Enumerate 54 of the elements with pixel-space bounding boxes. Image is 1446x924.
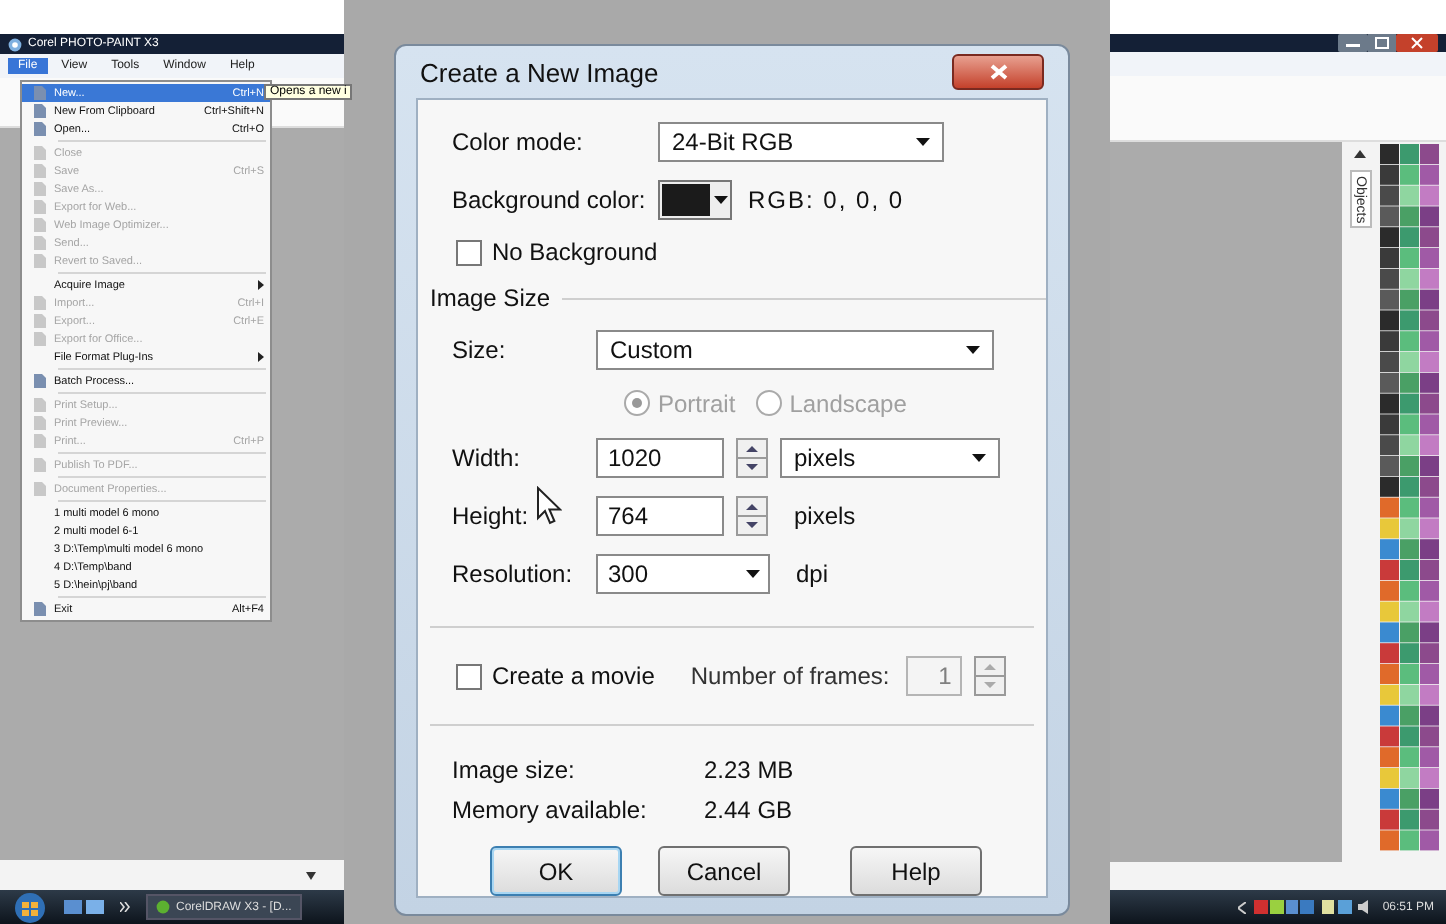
spinner-control[interactable] [736, 495, 768, 535]
checkbox[interactable] [456, 663, 482, 689]
unit-label: pixels [794, 501, 856, 529]
window-controls[interactable] [1338, 34, 1438, 53]
height-field[interactable]: 764 [596, 495, 724, 535]
rgb-value: RGB: 0, 0, 0 [748, 185, 905, 213]
group-title: Image Size [430, 284, 551, 312]
tray-icons[interactable] [1254, 898, 1315, 917]
dropdown-arrow-icon [306, 871, 316, 879]
color-picker-button[interactable] [658, 179, 732, 219]
document-icon [31, 602, 45, 616]
chevron-icon[interactable] [120, 902, 130, 912]
submenu-arrow-icon [258, 352, 264, 362]
quick-launch-icon[interactable] [64, 898, 104, 916]
info-value: 2.23 MB [704, 756, 794, 784]
close-icon [989, 64, 1007, 80]
color-mode-dropdown[interactable]: 24-Bit RGB [658, 121, 944, 161]
unit-dropdown[interactable]: pixels [780, 437, 1000, 477]
dialog-button[interactable]: Cancel [658, 846, 790, 896]
dropdown-arrow-icon [714, 195, 728, 203]
spinner-control[interactable] [736, 437, 768, 477]
info-label: Memory available: [452, 796, 649, 824]
app-icon [156, 900, 170, 914]
size-dropdown[interactable]: Custom [596, 329, 994, 369]
start-button[interactable] [12, 891, 48, 923]
info-value: 2.44 GB [704, 796, 793, 824]
expand-tray-icon[interactable] [1238, 901, 1247, 914]
field-label: Height: [452, 501, 529, 529]
close-button[interactable] [952, 54, 1044, 90]
width-field[interactable]: 1020 [596, 437, 724, 477]
info-label: Image size: [452, 756, 577, 784]
app-icon [8, 37, 22, 51]
dropdown-arrow-icon [966, 345, 980, 353]
field-label: Background color: [452, 185, 648, 213]
checkbox-label: No Background [492, 238, 658, 266]
dropdown-arrow-icon [746, 569, 760, 577]
checkbox[interactable] [456, 239, 482, 265]
field-label: Resolution: [452, 559, 575, 587]
field-label: Size: [452, 335, 508, 363]
dropdown-arrow-icon [972, 453, 986, 461]
color-palette[interactable] [1378, 143, 1442, 852]
resolution-combobox[interactable]: 300 [596, 553, 770, 593]
unit-label: dpi [796, 559, 829, 587]
dialog-title: Create a New Image [420, 57, 659, 87]
collapse-arrow-icon[interactable] [1354, 149, 1366, 158]
checkbox-label: Create a movie [492, 662, 655, 690]
field-label: Number of frames: [690, 662, 890, 690]
submenu-arrow-icon [258, 280, 264, 290]
field-label: Color mode: [452, 127, 585, 155]
field-label: Width: [452, 443, 521, 471]
mouse-cursor-icon [536, 486, 562, 526]
dialog-button[interactable]: Help [850, 846, 982, 896]
dropdown-arrow-icon [916, 137, 930, 145]
dialog-button[interactable]: OK [490, 846, 622, 896]
